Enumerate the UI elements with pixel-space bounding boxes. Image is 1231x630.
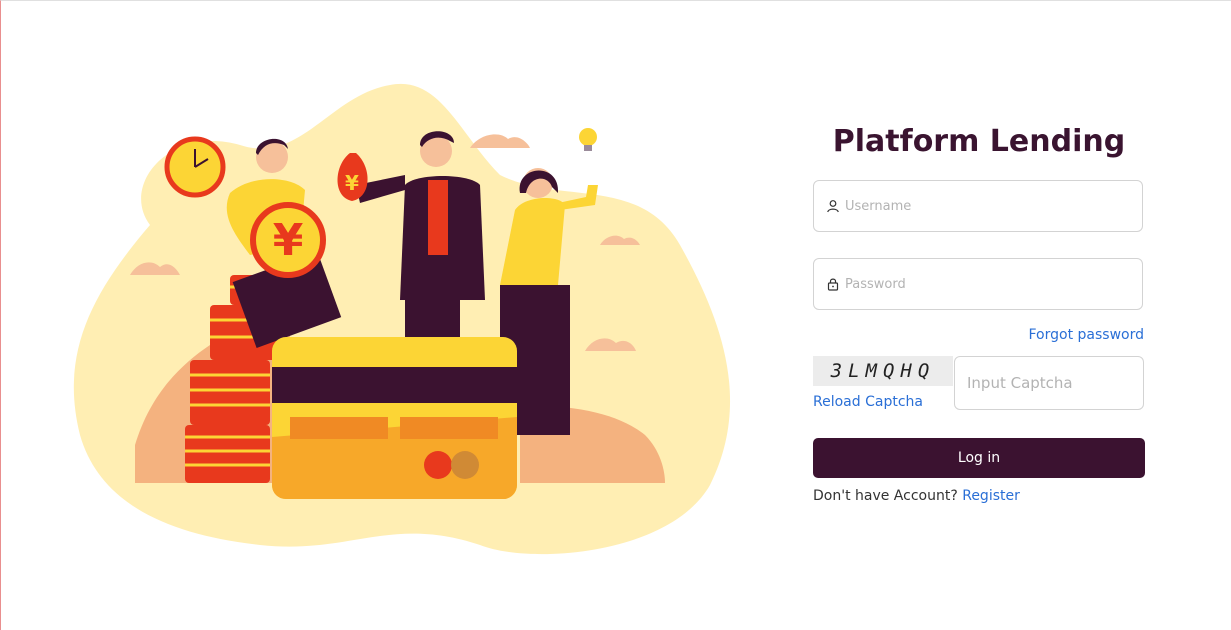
forgot-password-link[interactable]: Forgot password: [1029, 327, 1145, 343]
captcha-field[interactable]: [954, 356, 1144, 410]
lightbulb-icon: [579, 128, 597, 146]
lock-icon: [827, 278, 839, 291]
password-input[interactable]: [845, 276, 1115, 292]
login-button[interactable]: Log in: [813, 438, 1145, 478]
credit-card-field: [290, 417, 388, 439]
credit-card-field: [400, 417, 498, 439]
cloud-shape: [470, 134, 530, 148]
page-title: Platform Lending: [832, 124, 1126, 159]
lightbulb-base: [584, 145, 592, 151]
captcha-image: 3LMQHQ: [813, 356, 953, 386]
no-account-text: Don't have Account?: [813, 488, 958, 504]
username-input[interactable]: [845, 198, 1115, 214]
card-logo-circle: [451, 451, 479, 479]
username-field[interactable]: [813, 180, 1143, 232]
finance-illustration: ¥ ¥: [73, 83, 731, 555]
password-field[interactable]: [813, 258, 1143, 310]
yuan-symbol: ¥: [273, 215, 304, 266]
card-logo-circle: [424, 451, 452, 479]
register-link[interactable]: Register: [962, 488, 1020, 504]
money-bag-symbol: ¥: [345, 171, 359, 195]
captcha-input[interactable]: [967, 374, 1132, 392]
register-prompt: Don't have Account? Register: [813, 488, 1020, 504]
user-icon: [827, 200, 839, 213]
credit-card-stripe: [272, 367, 517, 403]
person-shirt: [428, 180, 448, 255]
reload-captcha-link[interactable]: Reload Captcha: [813, 394, 923, 410]
